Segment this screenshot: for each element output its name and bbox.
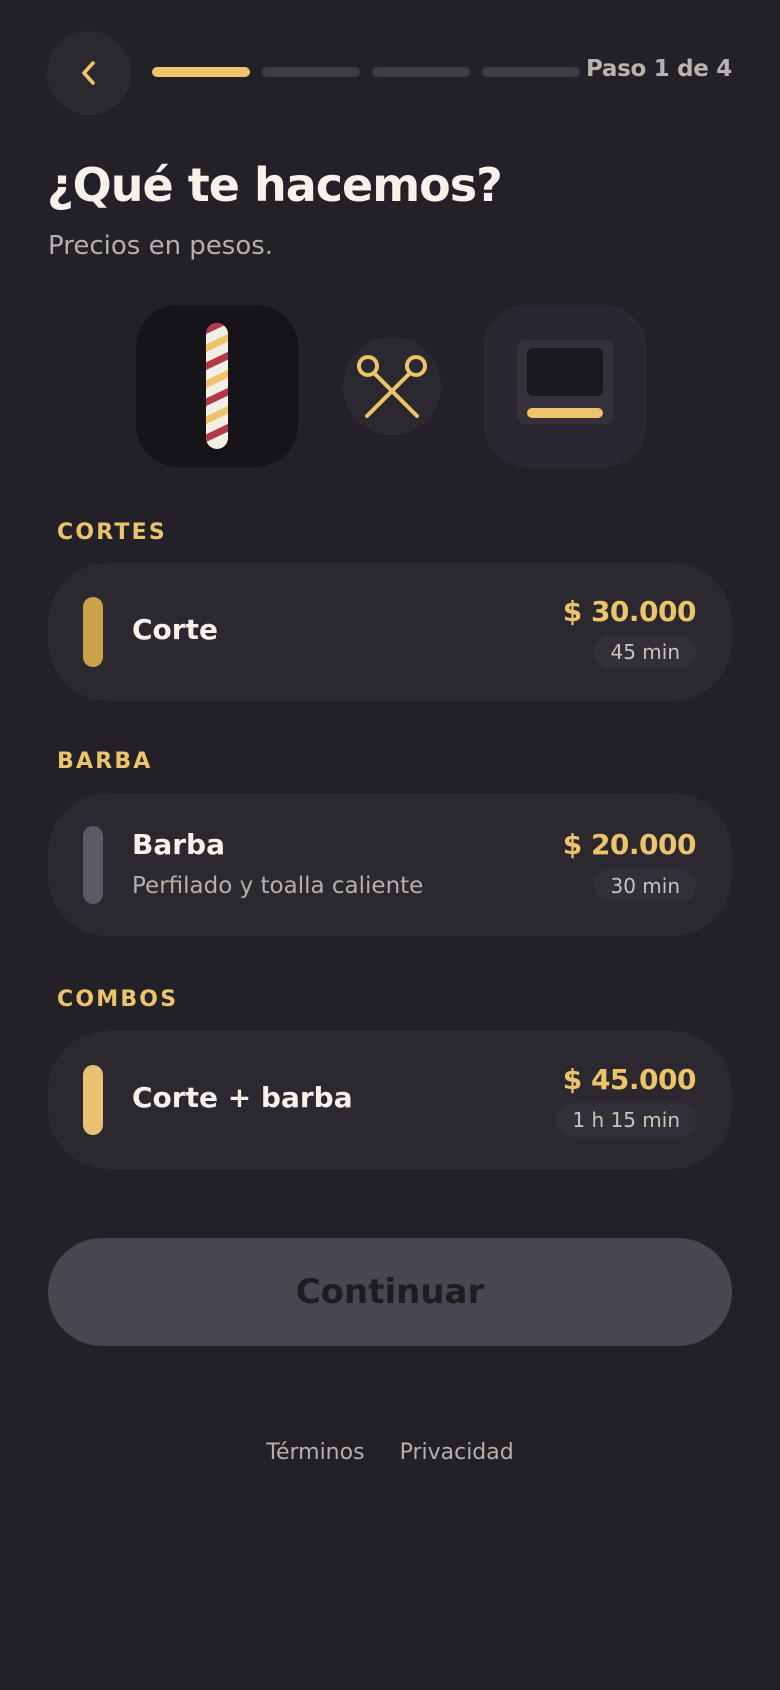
terms-link[interactable]: Términos bbox=[266, 1440, 364, 1465]
service-accent-bar bbox=[83, 826, 103, 904]
step-label: Paso 1 de 4 bbox=[585, 56, 732, 82]
service-accent-bar bbox=[83, 1065, 103, 1135]
service-duration: 45 min bbox=[594, 635, 696, 669]
service-price: $ 45.000 bbox=[562, 1063, 697, 1096]
progress-step-3 bbox=[372, 67, 470, 77]
scissors-icon bbox=[357, 355, 427, 418]
service-price: $ 20.000 bbox=[562, 828, 697, 861]
progress-indicator bbox=[152, 67, 580, 77]
section-label-barba: BARBA bbox=[57, 749, 153, 774]
section-label-combos: COMBOS bbox=[57, 987, 179, 1012]
section-label-cortes: CORTES bbox=[57, 520, 167, 545]
progress-step-4 bbox=[482, 67, 580, 77]
progress-step-2 bbox=[262, 67, 360, 77]
service-card-corte[interactable]: Corte $ 30.000 45 min bbox=[48, 563, 732, 701]
page-subtitle: Precios en pesos. bbox=[48, 231, 274, 261]
back-button[interactable] bbox=[47, 31, 131, 115]
continue-button[interactable]: Continuar bbox=[48, 1238, 732, 1346]
service-card-barba[interactable]: Barba Perfilado y toalla caliente $ 20.0… bbox=[48, 793, 732, 936]
barber-chair-tile bbox=[484, 305, 646, 467]
service-name: Corte + barba bbox=[132, 1081, 353, 1114]
barber-chair-icon bbox=[517, 340, 613, 424]
chevron-left-icon bbox=[82, 61, 95, 85]
privacy-link[interactable]: Privacidad bbox=[400, 1440, 514, 1465]
service-accent-bar bbox=[83, 597, 103, 667]
page-title: ¿Qué te hacemos? bbox=[47, 158, 503, 212]
service-card-corte-barba[interactable]: Corte + barba $ 45.000 1 h 15 min bbox=[48, 1031, 732, 1169]
service-name: Corte bbox=[132, 613, 218, 646]
barber-pole-tile bbox=[136, 305, 298, 467]
scissors-tile bbox=[343, 337, 441, 435]
service-price: $ 30.000 bbox=[562, 595, 697, 628]
service-description: Perfilado y toalla caliente bbox=[132, 873, 424, 899]
header: Paso 1 de 4 bbox=[0, 0, 780, 150]
service-duration: 30 min bbox=[594, 869, 696, 903]
footer-links: Términos Privacidad bbox=[0, 1440, 780, 1465]
service-duration: 1 h 15 min bbox=[556, 1103, 696, 1137]
progress-step-1 bbox=[152, 67, 250, 77]
service-name: Barba bbox=[132, 828, 225, 861]
barber-pole-icon bbox=[206, 323, 228, 449]
